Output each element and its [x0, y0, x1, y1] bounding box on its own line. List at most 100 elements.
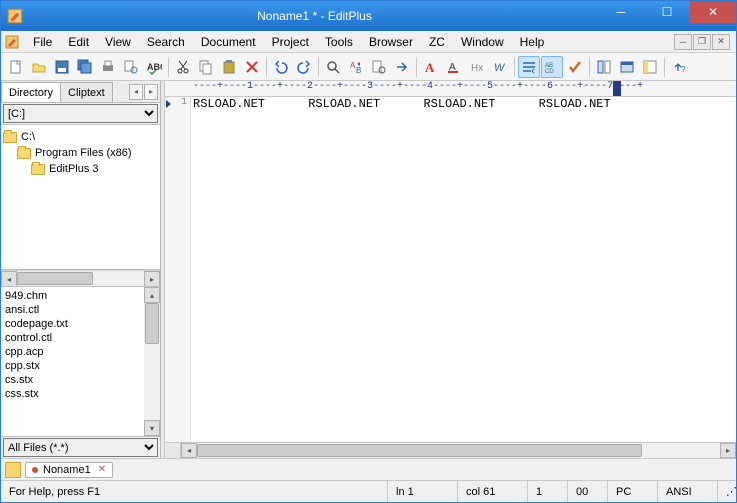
find-replace-button[interactable]: AB	[345, 56, 367, 78]
scroll-left-icon[interactable]: ◂	[1, 271, 17, 287]
filelist-vscroll[interactable]: ▴ ▾	[144, 287, 160, 436]
highlight-button[interactable]: Hx	[466, 56, 488, 78]
tree-hscroll[interactable]: ◂ ▸	[1, 270, 160, 286]
font-bold-button[interactable]: A	[420, 56, 442, 78]
file-item[interactable]: cs.stx	[5, 373, 156, 387]
drive-selector[interactable]: [C:]	[1, 103, 160, 125]
scroll-thumb[interactable]	[17, 272, 93, 285]
edit-area[interactable]: 1 RSLOAD.NET RSLOAD.NET RSLOAD.NET RSLOA…	[165, 97, 736, 442]
cut-button[interactable]	[172, 56, 194, 78]
menu-browser[interactable]: Browser	[361, 33, 421, 51]
minimize-button[interactable]: ─	[598, 1, 644, 23]
file-list[interactable]: 949.chmansi.ctlcodepage.txtcontrol.ctlcp…	[1, 286, 160, 436]
tab-directory[interactable]: Directory	[1, 82, 61, 102]
side-tab-prev[interactable]: ◂	[129, 84, 143, 100]
side-tab-next[interactable]: ▸	[144, 84, 158, 100]
new-file-button[interactable]	[5, 56, 27, 78]
file-item[interactable]: css.stx	[5, 387, 156, 401]
file-item[interactable]: codepage.txt	[5, 317, 156, 331]
menu-project[interactable]: Project	[264, 33, 317, 51]
save-all-button[interactable]	[74, 56, 96, 78]
scroll-up-icon[interactable]: ▴	[144, 287, 160, 303]
mdi-restore[interactable]: ❐	[693, 34, 711, 50]
print-button[interactable]	[97, 56, 119, 78]
gutter: 1	[165, 97, 191, 442]
svg-text:A: A	[425, 60, 435, 75]
menu-zc[interactable]: ZC	[421, 33, 453, 51]
split-grip[interactable]	[165, 443, 181, 458]
text-content[interactable]: RSLOAD.NET RSLOAD.NET RSLOAD.NET RSLOAD.…	[193, 97, 736, 112]
find-in-files-button[interactable]	[368, 56, 390, 78]
status-help: For Help, press F1	[1, 481, 388, 502]
find-button[interactable]	[322, 56, 344, 78]
doc-tab[interactable]: Noname1 ✕	[25, 462, 113, 478]
copy-button[interactable]	[195, 56, 217, 78]
scroll-right-icon[interactable]: ▸	[144, 271, 160, 287]
file-filter[interactable]: All Files (*.*)	[1, 436, 160, 458]
menu-document[interactable]: Document	[193, 33, 264, 51]
tab-close-icon[interactable]: ✕	[98, 464, 106, 475]
undo-icon	[273, 59, 289, 75]
scroll-left-icon[interactable]: ◂	[181, 443, 197, 458]
browser-preview-button[interactable]	[616, 56, 638, 78]
find-replace-icon: AB	[348, 59, 364, 75]
status-grip[interactable]: ⋰	[718, 481, 736, 502]
tree-item[interactable]: Program Files (x86)	[3, 145, 158, 161]
file-item[interactable]: 949.chm	[5, 289, 156, 303]
strike-icon: W	[492, 59, 508, 75]
delete-button[interactable]	[241, 56, 263, 78]
help-button[interactable]: ?	[668, 56, 690, 78]
window-title: Noname1 * - EditPlus	[31, 9, 598, 23]
mdi-close[interactable]: ✕	[712, 34, 730, 50]
mdi-minimize[interactable]: ─	[674, 34, 692, 50]
undo-button[interactable]	[270, 56, 292, 78]
file-item[interactable]: control.ctl	[5, 331, 156, 345]
drive-select[interactable]: [C:]	[3, 104, 158, 123]
word-wrap-button[interactable]	[518, 56, 540, 78]
redo-button[interactable]	[293, 56, 315, 78]
scroll-thumb[interactable]	[145, 303, 159, 344]
show-codes-button[interactable]: ABCD	[541, 56, 563, 78]
menu-view[interactable]: View	[97, 33, 139, 51]
strike-button[interactable]: W	[489, 56, 511, 78]
tab-cliptext[interactable]: Cliptext	[60, 82, 113, 102]
ruler-caret	[613, 81, 621, 97]
svg-text:?: ?	[681, 65, 686, 74]
paste-button[interactable]	[218, 56, 240, 78]
menu-help[interactable]: Help	[512, 33, 553, 51]
print-preview-button[interactable]	[120, 56, 142, 78]
file-item[interactable]: cpp.stx	[5, 359, 156, 373]
status-mode: PC	[608, 481, 658, 502]
folder-icon[interactable]	[5, 462, 21, 478]
menu-tools[interactable]: Tools	[317, 33, 361, 51]
filter-select[interactable]: All Files (*.*)	[3, 438, 158, 457]
close-button[interactable]: ✕	[690, 1, 736, 23]
word-wrap-icon	[521, 59, 537, 75]
file-item[interactable]: cpp.acp	[5, 345, 156, 359]
file-item[interactable]: ansi.ctl	[5, 303, 156, 317]
scroll-down-icon[interactable]: ▾	[144, 420, 160, 436]
toggle-panel-button[interactable]	[639, 56, 661, 78]
spell-check-button[interactable]: ABC	[143, 56, 165, 78]
menu-search[interactable]: Search	[139, 33, 193, 51]
paste-icon	[221, 59, 237, 75]
folder-tree[interactable]: C:\Program Files (x86)EditPlus 3	[1, 125, 160, 270]
tree-item[interactable]: C:\	[3, 129, 158, 145]
help-icon: ?	[671, 59, 687, 75]
save-button[interactable]	[51, 56, 73, 78]
menu-file[interactable]: File	[25, 33, 60, 51]
scroll-right-icon[interactable]: ▸	[720, 443, 736, 458]
check-button[interactable]	[564, 56, 586, 78]
scroll-thumb[interactable]	[197, 444, 642, 457]
menu-window[interactable]: Window	[453, 33, 512, 51]
editor-hscroll[interactable]: ◂ ▸	[165, 442, 736, 458]
editor: ----+----1----+----2----+----3----+----4…	[165, 81, 736, 458]
menu-edit[interactable]: Edit	[60, 33, 97, 51]
font-color-icon: A	[446, 59, 462, 75]
font-color-button[interactable]: A	[443, 56, 465, 78]
goto-button[interactable]	[391, 56, 413, 78]
maximize-button[interactable]: ☐	[644, 1, 690, 23]
tree-item[interactable]: EditPlus 3	[3, 161, 158, 177]
open-file-button[interactable]	[28, 56, 50, 78]
column-select-button[interactable]	[593, 56, 615, 78]
